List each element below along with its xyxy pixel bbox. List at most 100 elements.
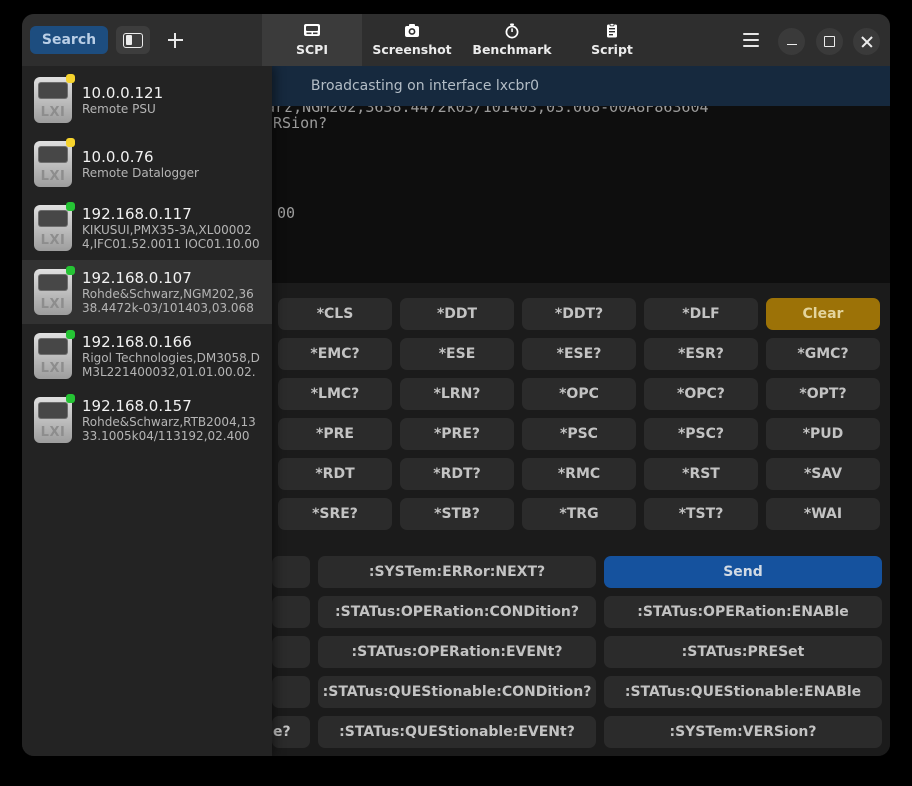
- tab-benchmark[interactable]: Benchmark: [462, 14, 562, 66]
- lxi-screen: [39, 275, 67, 290]
- scpi-command-button[interactable]: *EMC?: [278, 338, 392, 370]
- command-button-fragment[interactable]: [272, 596, 310, 628]
- scpi-command-button[interactable]: *SAV: [766, 458, 880, 490]
- scpi-command-button[interactable]: *RST: [644, 458, 758, 490]
- command-button[interactable]: :STATus:QUEStionable:CONDition?: [318, 676, 596, 708]
- device-ip: 192.168.0.157: [82, 397, 260, 415]
- lxi-screen: [39, 339, 67, 354]
- camera-icon: [402, 23, 422, 39]
- main-menu-button[interactable]: [743, 33, 761, 47]
- scpi-command-button[interactable]: *OPT?: [766, 378, 880, 410]
- device-list-item[interactable]: LXI 10.0.0.76 Remote Datalogger: [22, 132, 272, 196]
- command-button[interactable]: :STATus:OPERation:CONDition?: [318, 596, 596, 628]
- close-button[interactable]: [853, 28, 880, 55]
- send-button[interactable]: Send: [604, 556, 882, 588]
- hamburger-icon: [743, 33, 759, 35]
- scpi-command-button[interactable]: *RDT: [278, 458, 392, 490]
- tab-scpi[interactable]: SCPI: [262, 14, 362, 66]
- status-dot: [66, 330, 75, 339]
- scpi-command-button[interactable]: *PRE: [278, 418, 392, 450]
- scpi-command-button[interactable]: *ESE: [400, 338, 514, 370]
- command-button[interactable]: :STATus:PRESet: [604, 636, 882, 668]
- tab-screenshot[interactable]: Screenshot: [362, 14, 462, 66]
- lxi-device-icon: LXI: [34, 141, 72, 187]
- command-button[interactable]: :STATus:OPERation:EVENt?: [318, 636, 596, 668]
- command-row: :STATus:OPERation:EVENt?:STATus:PRESet: [272, 636, 882, 668]
- command-button[interactable]: :SYSTem:ERRor:NEXT?: [318, 556, 596, 588]
- lxi-label: LXI: [34, 297, 72, 312]
- scpi-command-button[interactable]: *LMC?: [278, 378, 392, 410]
- status-dot: [66, 202, 75, 211]
- tab-label: Benchmark: [472, 42, 551, 57]
- scpi-command-button[interactable]: *STB?: [400, 498, 514, 530]
- scpi-command-button[interactable]: *RDT?: [400, 458, 514, 490]
- scpi-command-button[interactable]: *TST?: [644, 498, 758, 530]
- lxi-device-icon: LXI: [34, 333, 72, 379]
- scpi-command-button[interactable]: *OPC: [522, 378, 636, 410]
- device-list-item[interactable]: LXI 192.168.0.107 Rohde&Schwarz,NGM202,3…: [22, 260, 272, 324]
- lxi-label: LXI: [34, 233, 72, 248]
- command-button-fragment[interactable]: [272, 556, 310, 588]
- device-text: 10.0.0.121 Remote PSU: [82, 84, 163, 116]
- command-button[interactable]: :SYSTem:VERSion?: [604, 716, 882, 748]
- scpi-command-button[interactable]: *PUD: [766, 418, 880, 450]
- new-tab-button[interactable]: [160, 26, 190, 54]
- scpi-command-button[interactable]: *SRE?: [278, 498, 392, 530]
- stopwatch-icon: [502, 23, 522, 39]
- lxi-device-icon: LXI: [34, 77, 72, 123]
- command-row: :STATus:QUEStionable:CONDition?:STATus:Q…: [272, 676, 882, 708]
- maximize-button[interactable]: [816, 28, 843, 55]
- lxi-screen: [39, 403, 67, 418]
- command-button-fragment[interactable]: [272, 636, 310, 668]
- scpi-command-button[interactable]: *RMC: [522, 458, 636, 490]
- plus-icon: [168, 33, 183, 48]
- device-list-item[interactable]: LXI 192.168.0.166 Rigol Technologies,DM3…: [22, 324, 272, 388]
- scpi-command-button[interactable]: *CLS: [278, 298, 392, 330]
- command-button[interactable]: :STATus:QUEStionable:ENABle: [604, 676, 882, 708]
- tab-label: SCPI: [296, 42, 328, 57]
- tab-script[interactable]: Script: [562, 14, 662, 66]
- device-description: Remote Datalogger: [82, 166, 199, 180]
- device-description: Rohde&Schwarz,RTB2004,1333.1005k04/11319…: [82, 415, 260, 443]
- scpi-command-button[interactable]: *PSC?: [644, 418, 758, 450]
- device-list-item[interactable]: LXI 192.168.0.117 KIKUSUI,PMX35-3A,XL000…: [22, 196, 272, 260]
- scpi-command-button[interactable]: *WAI: [766, 498, 880, 530]
- scpi-command-button[interactable]: *PRE?: [400, 418, 514, 450]
- scpi-command-button[interactable]: *ESE?: [522, 338, 636, 370]
- scpi-command-button[interactable]: *DLF: [644, 298, 758, 330]
- command-button-fragment[interactable]: e?: [272, 716, 310, 748]
- terminal-line: RSion?: [273, 114, 327, 132]
- scpi-command-button[interactable]: *ESR?: [644, 338, 758, 370]
- device-list-item[interactable]: LXI 10.0.0.121 Remote PSU: [22, 68, 272, 132]
- command-button[interactable]: :STATus:QUEStionable:EVENt?: [318, 716, 596, 748]
- scpi-command-button[interactable]: *GMC?: [766, 338, 880, 370]
- search-button[interactable]: Search: [30, 26, 108, 54]
- device-list: LXI 10.0.0.121 Remote PSU LXI 10.0.0.76 …: [22, 68, 272, 452]
- close-icon: [861, 36, 873, 48]
- scpi-command-button[interactable]: *PSC: [522, 418, 636, 450]
- lxi-label: LXI: [34, 361, 72, 376]
- command-button-fragment[interactable]: [272, 676, 310, 708]
- sidebar-toggle-button[interactable]: [116, 26, 150, 54]
- desktop-background: Search SCPI: [0, 0, 912, 786]
- lxi-screen: [39, 147, 67, 162]
- scpi-command-button[interactable]: *OPC?: [644, 378, 758, 410]
- device-list-item[interactable]: LXI 192.168.0.157 Rohde&Schwarz,RTB2004,…: [22, 388, 272, 452]
- scpi-command-button[interactable]: *DDT?: [522, 298, 636, 330]
- device-description: Remote PSU: [82, 102, 163, 116]
- tab-label: Screenshot: [372, 42, 451, 57]
- lxi-label: LXI: [34, 425, 72, 440]
- scpi-command-button[interactable]: *DDT: [400, 298, 514, 330]
- device-ip: 10.0.0.121: [82, 84, 163, 102]
- command-row: e?:STATus:QUEStionable:EVENt?:SYSTem:VER…: [272, 716, 882, 748]
- device-ip: 10.0.0.76: [82, 148, 199, 166]
- status-dot: [66, 74, 75, 83]
- scpi-command-button[interactable]: *LRN?: [400, 378, 514, 410]
- device-description: Rigol Technologies,DM3058,DM3L221400032,…: [82, 351, 260, 379]
- scpi-command-button[interactable]: *TRG: [522, 498, 636, 530]
- clear-button[interactable]: Clear: [766, 298, 880, 330]
- lxi-label: LXI: [34, 169, 72, 184]
- device-text: 192.168.0.157 Rohde&Schwarz,RTB2004,1333…: [82, 397, 260, 443]
- minimize-button[interactable]: [778, 28, 805, 55]
- command-button[interactable]: :STATus:OPERation:ENABle: [604, 596, 882, 628]
